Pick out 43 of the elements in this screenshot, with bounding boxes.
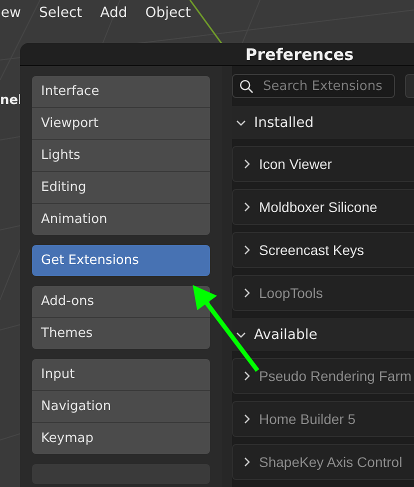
extension-panel[interactable]: ShapeKey Axis Control xyxy=(232,444,414,480)
section-title: Available xyxy=(254,326,318,342)
menu-item[interactable]: iew xyxy=(0,5,21,21)
extension-panel[interactable]: Home Builder 5 xyxy=(232,401,414,437)
extension-panel[interactable]: Icon Viewer xyxy=(232,146,414,182)
sidebar-item[interactable]: Input xyxy=(32,359,210,390)
chevron-right-icon xyxy=(242,457,252,467)
sidebar-item[interactable]: Keymap xyxy=(32,422,210,454)
sidebar-item[interactable]: Add-ons xyxy=(32,286,210,317)
section-header[interactable]: Available xyxy=(232,318,414,351)
sidebar-item[interactable]: Viewport xyxy=(32,107,210,139)
extension-name: Pseudo Rendering Farm xyxy=(259,368,412,384)
section-header[interactable]: Installed xyxy=(232,106,414,139)
search-icon xyxy=(239,79,254,94)
sidebar-item[interactable]: Get Extensions xyxy=(32,245,210,276)
sidebar-item[interactable]: Animation xyxy=(32,203,210,235)
chevron-right-icon xyxy=(242,202,252,212)
menu-item[interactable]: Add xyxy=(100,5,128,21)
sidebar-item[interactable]: Navigation xyxy=(32,390,210,422)
extension-name: Screencast Keys xyxy=(259,242,364,258)
window-title: Preferences xyxy=(245,44,354,64)
chevron-right-icon xyxy=(242,245,252,255)
extension-panel[interactable]: LoopTools xyxy=(232,275,414,311)
menu-item[interactable]: Select xyxy=(38,5,82,21)
sidebar-item[interactable]: Lights xyxy=(32,139,210,171)
chevron-right-icon xyxy=(242,371,252,381)
section-title: Installed xyxy=(254,114,314,130)
menu-item[interactable]: Object xyxy=(145,5,191,21)
extension-panel[interactable]: Pseudo Rendering Farm xyxy=(232,358,414,394)
extension-name: Moldboxer Silicone xyxy=(259,199,378,215)
chevron-right-icon xyxy=(242,159,252,169)
chevron-right-icon xyxy=(242,288,252,298)
extension-name: LoopTools xyxy=(259,285,323,301)
extension-panel[interactable]: Screencast Keys xyxy=(232,232,414,268)
extension-panel[interactable]: Moldboxer Silicone xyxy=(232,189,414,225)
chevron-right-icon xyxy=(242,414,252,424)
search-field[interactable]: Search Extensions xyxy=(232,74,395,98)
sidebar-item[interactable]: Editing xyxy=(32,171,210,203)
sidebar-item[interactable]: Interface xyxy=(32,76,210,107)
sidebar-item[interactable]: Themes xyxy=(32,317,210,349)
extension-name: Icon Viewer xyxy=(259,156,332,172)
extension-name: Home Builder 5 xyxy=(259,411,356,427)
extension-name: ShapeKey Axis Control xyxy=(259,454,402,470)
